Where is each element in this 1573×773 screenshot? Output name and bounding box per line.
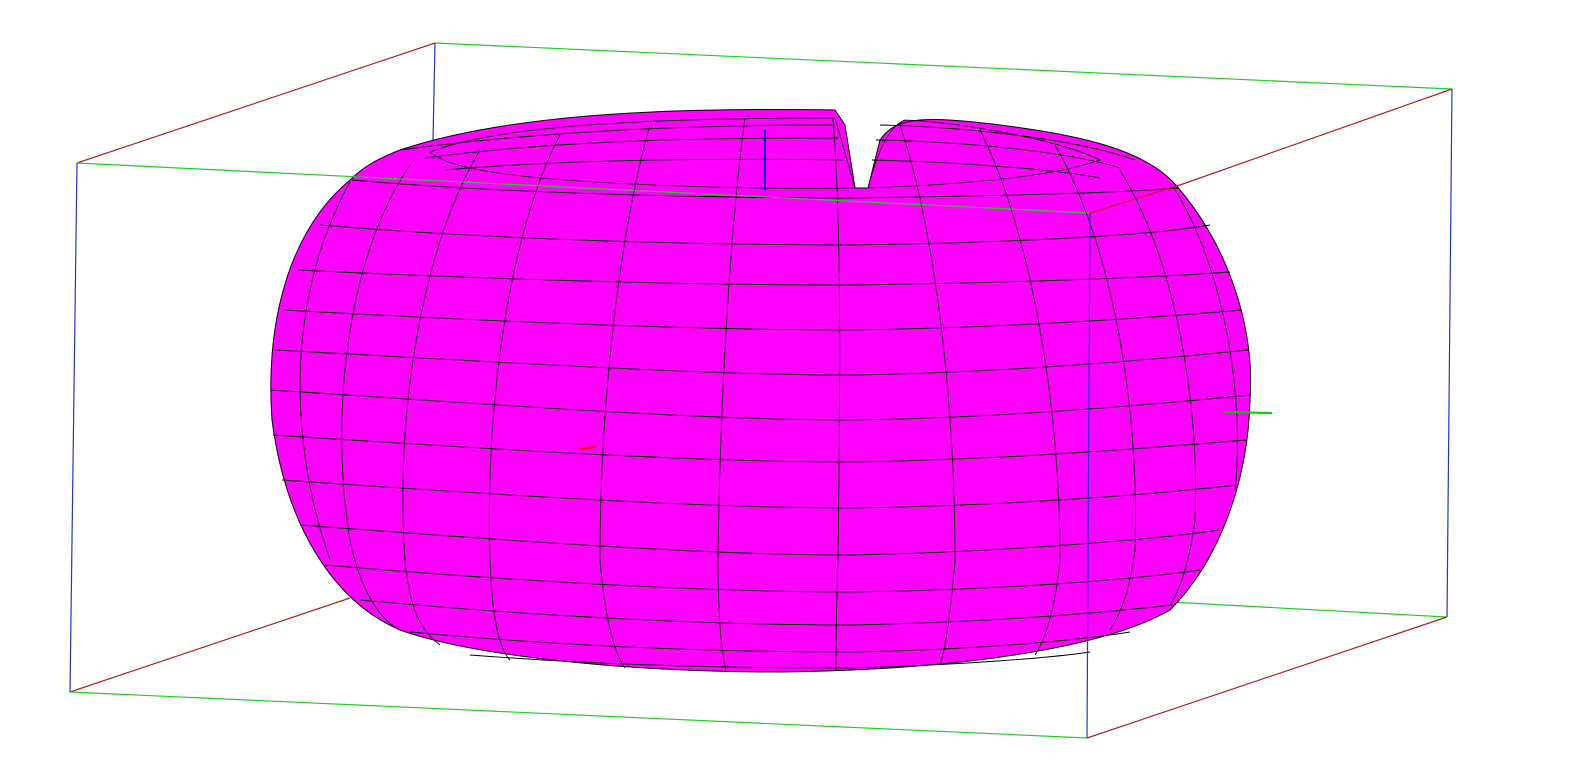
bbox-edge-back-top bbox=[434, 42, 1453, 90]
bbox-edge-bottom-back bbox=[1169, 601, 1448, 618]
torus-surface[interactable] bbox=[270, 109, 1251, 673]
3d-viewport[interactable] bbox=[0, 0, 1573, 773]
y-axis-indicator bbox=[1224, 411, 1273, 414]
bbox-edge-bottom-left-back bbox=[69, 597, 351, 693]
torus-mesh[interactable] bbox=[270, 108, 1252, 673]
bbox-edge-back-vertical bbox=[432, 42, 436, 141]
bbox-edge-left-vertical bbox=[69, 162, 78, 693]
bbox-edge-back-top-left bbox=[76, 42, 436, 164]
bbox-edge-front-bottom bbox=[69, 691, 1088, 739]
bbox-edge-top-right bbox=[1179, 88, 1453, 186]
bbox-edge-bottom-right bbox=[1086, 616, 1448, 739]
bbox-edge-right-vertical bbox=[1446, 88, 1453, 618]
